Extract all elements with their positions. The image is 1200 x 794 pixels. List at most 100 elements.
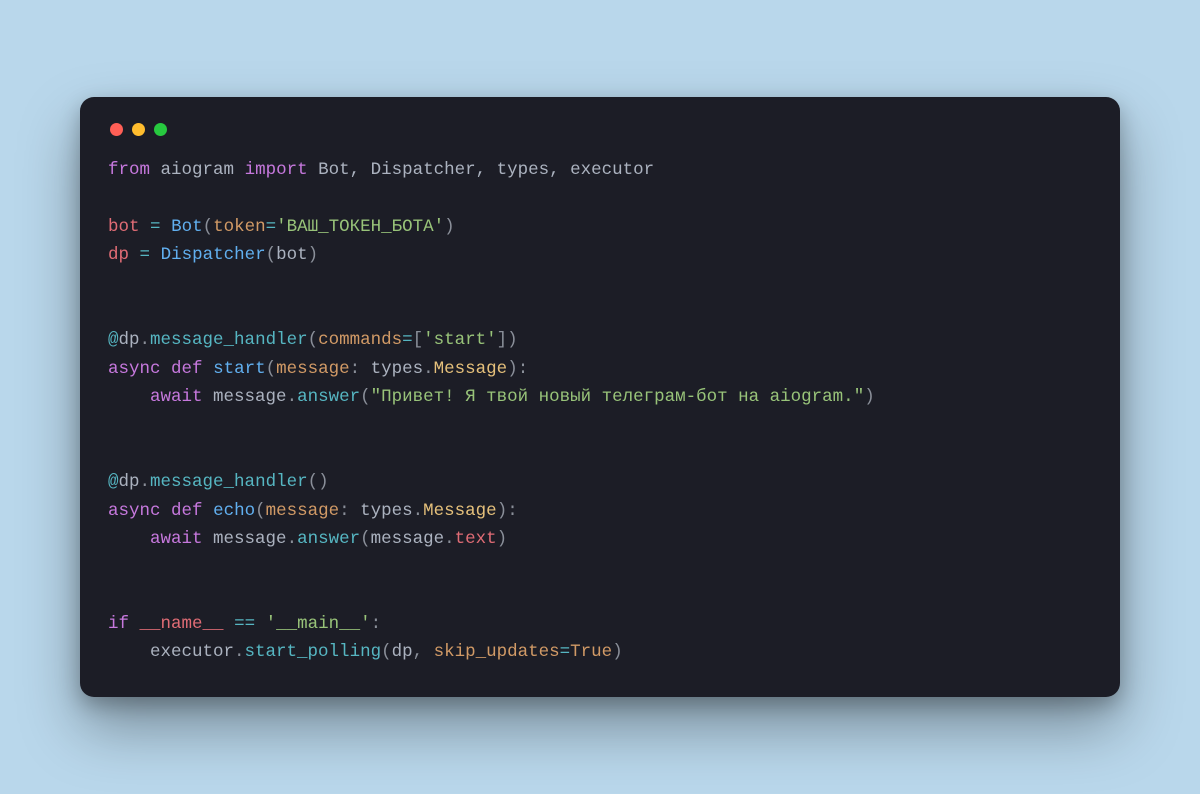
class-bot: Bot — [171, 217, 203, 237]
colon: : — [371, 614, 382, 634]
import-list: Bot, Dispatcher, types, executor — [318, 160, 654, 180]
paren: ) — [507, 330, 518, 350]
paren: ) — [308, 245, 319, 265]
kw-commands: commands — [318, 330, 402, 350]
paren: ( — [308, 472, 319, 492]
op-eqeq: == — [234, 614, 255, 634]
zoom-icon[interactable] — [154, 123, 167, 136]
code-line: executor.start_polling(dp, skip_updates=… — [108, 642, 623, 662]
bool-true: True — [570, 642, 612, 662]
kw-from: from — [108, 160, 150, 180]
ns-types: types — [360, 501, 413, 521]
method-startpolling: start_polling — [245, 642, 382, 662]
paren: ) — [507, 359, 518, 379]
kw-token: token — [213, 217, 266, 237]
dot: . — [423, 359, 434, 379]
kw-def: def — [171, 501, 203, 521]
str-greeting: "Привет! Я твой новый телеграм-бот на ai… — [371, 387, 865, 407]
fn-echo: echo — [213, 501, 255, 521]
op-eq: = — [150, 217, 161, 237]
paren: ) — [864, 387, 875, 407]
code-line: @dp.message_handler(commands=['start']) — [108, 330, 518, 350]
colon: : — [339, 501, 350, 521]
arg-message: message — [371, 529, 445, 549]
op-eq: = — [140, 245, 151, 265]
code-line: @dp.message_handler() — [108, 472, 329, 492]
paren: ( — [203, 217, 214, 237]
kw-async: async — [108, 501, 161, 521]
bracket: [ — [413, 330, 424, 350]
var-bot: bot — [108, 217, 140, 237]
close-icon[interactable] — [110, 123, 123, 136]
paren: ) — [444, 217, 455, 237]
module-name: aiogram — [161, 160, 235, 180]
indent — [108, 529, 150, 549]
paren: ) — [497, 529, 508, 549]
dot: . — [140, 330, 151, 350]
window-titlebar — [108, 121, 1092, 156]
dot: . — [234, 642, 245, 662]
colon: : — [350, 359, 361, 379]
paren: ( — [266, 359, 277, 379]
fn-start: start — [213, 359, 266, 379]
dec-obj: dp — [119, 472, 140, 492]
method-answer: answer — [297, 387, 360, 407]
minimize-icon[interactable] — [132, 123, 145, 136]
dec-method: message_handler — [150, 472, 308, 492]
code-line: bot = Bot(token='ВАШ_ТОКЕН_БОТА') — [108, 217, 455, 237]
dot: . — [444, 529, 455, 549]
op-eq: = — [402, 330, 413, 350]
param-message: message — [276, 359, 350, 379]
dot: . — [287, 387, 298, 407]
obj-message: message — [213, 529, 287, 549]
decorator-at: @ — [108, 330, 119, 350]
colon: : — [518, 359, 529, 379]
obj-message: message — [213, 387, 287, 407]
type-message: Message — [434, 359, 508, 379]
paren: ) — [318, 472, 329, 492]
decorator-at: @ — [108, 472, 119, 492]
kw-import: import — [245, 160, 308, 180]
kw-if: if — [108, 614, 129, 634]
indent — [108, 387, 150, 407]
bracket: ] — [497, 330, 508, 350]
str-start: 'start' — [423, 330, 497, 350]
paren: ) — [497, 501, 508, 521]
dot: . — [140, 472, 151, 492]
type-message: Message — [423, 501, 497, 521]
ns-types: types — [371, 359, 424, 379]
kw-skipupdates: skip_updates — [434, 642, 560, 662]
kw-def: def — [171, 359, 203, 379]
dec-obj: dp — [119, 330, 140, 350]
op-eq: = — [560, 642, 571, 662]
dot: . — [287, 529, 298, 549]
kw-await: await — [150, 529, 203, 549]
paren: ( — [360, 387, 371, 407]
code-line: dp = Dispatcher(bot) — [108, 245, 318, 265]
dunder-name: __name__ — [140, 614, 224, 634]
page-background: from aiogram import Bot, Dispatcher, typ… — [0, 0, 1200, 794]
dot: . — [413, 501, 424, 521]
arg-dp: dp — [392, 642, 413, 662]
str-main: '__main__' — [266, 614, 371, 634]
obj-executor: executor — [150, 642, 234, 662]
kw-await: await — [150, 387, 203, 407]
paren: ( — [360, 529, 371, 549]
var-dp: dp — [108, 245, 129, 265]
str-token: 'ВАШ_ТОКЕН_БОТА' — [276, 217, 444, 237]
paren: ( — [266, 245, 277, 265]
code-line: from aiogram import Bot, Dispatcher, typ… — [108, 160, 654, 180]
code-line: async def start(message: types.Message): — [108, 359, 528, 379]
kw-async: async — [108, 359, 161, 379]
code-line: await message.answer(message.text) — [108, 529, 507, 549]
param-message: message — [266, 501, 340, 521]
dec-method: message_handler — [150, 330, 308, 350]
paren: ( — [255, 501, 266, 521]
paren: ( — [308, 330, 319, 350]
paren: ) — [612, 642, 623, 662]
code-window: from aiogram import Bot, Dispatcher, typ… — [80, 97, 1120, 696]
attr-text: text — [455, 529, 497, 549]
code-block: from aiogram import Bot, Dispatcher, typ… — [108, 156, 1092, 666]
method-answer: answer — [297, 529, 360, 549]
arg-bot: bot — [276, 245, 308, 265]
